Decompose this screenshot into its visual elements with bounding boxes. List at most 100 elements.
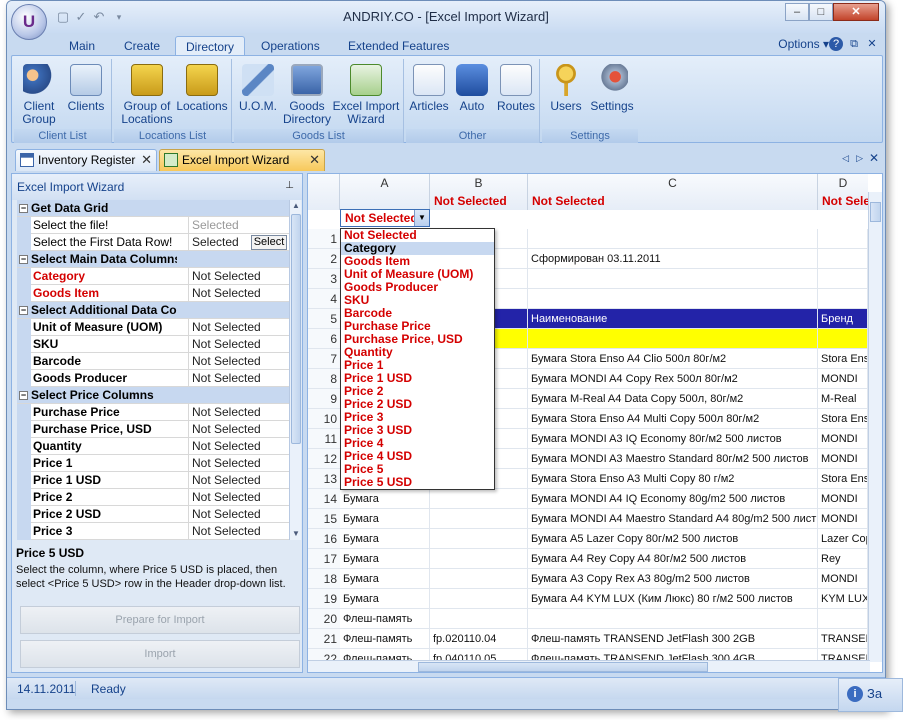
locations-button[interactable]: Locations	[174, 61, 230, 113]
tab-extended-features[interactable]: Extended Features	[348, 36, 449, 56]
property-row[interactable]: Select the First Data Row! Selected Select	[17, 234, 289, 251]
property-row[interactable]: Unit of Measure (UOM) Not Selected	[17, 319, 289, 336]
property-value[interactable]: Not Selected	[190, 353, 289, 370]
property-category[interactable]: − Select Price Columns	[17, 387, 289, 404]
grid-cell[interactable]	[528, 229, 818, 249]
grid-cell[interactable]: MONDI	[818, 509, 868, 529]
property-row[interactable]: Goods Item Not Selected	[17, 285, 289, 302]
scroll-thumb[interactable]	[291, 214, 301, 444]
property-row[interactable]: Barcode Not Selected	[17, 353, 289, 370]
settings-button[interactable]: Settings	[588, 61, 636, 113]
import-button[interactable]: Import	[20, 640, 300, 668]
tab-directory[interactable]: Directory	[175, 36, 246, 56]
property-value[interactable]: Not Selected	[190, 523, 289, 540]
grid-cell[interactable]	[430, 509, 528, 529]
maximize-button[interactable]: □	[809, 3, 833, 21]
property-row[interactable]: Price 2 Not Selected	[17, 489, 289, 506]
grid-cell[interactable]: Lazer Copy	[818, 529, 868, 549]
grid-cell[interactable]: MONDI	[818, 369, 868, 389]
close-button[interactable]: ✕	[833, 3, 879, 21]
help-icon[interactable]: ?	[829, 37, 843, 51]
auto-button[interactable]: Auto	[452, 61, 492, 113]
dropdown-option[interactable]: Price 5 USD	[341, 476, 494, 489]
articles-button[interactable]: Articles	[408, 61, 450, 113]
scroll-thumb[interactable]	[418, 662, 708, 672]
grid-cell[interactable]: Бумага	[340, 569, 430, 589]
dropdown-arrow-icon[interactable]: ▼	[414, 210, 429, 226]
grid-cell[interactable]: Бренд	[818, 309, 868, 329]
grid-cell[interactable]: MONDI	[818, 489, 868, 509]
prepare-for-import-button[interactable]: Prepare for Import	[20, 606, 300, 634]
property-row[interactable]: Price 1 Not Selected	[17, 455, 289, 472]
grid-cell[interactable]	[528, 289, 818, 309]
row-number[interactable]: 18	[308, 569, 340, 589]
row-number[interactable]: 4	[308, 289, 340, 309]
row-number[interactable]: 7	[308, 349, 340, 369]
grid-cell[interactable]: Флеш-память	[340, 609, 430, 629]
grid-cell[interactable]	[818, 289, 868, 309]
property-value[interactable]: Not Selected	[190, 455, 289, 472]
property-value[interactable]: Not Selected	[190, 370, 289, 387]
property-value[interactable]: Not Selected	[190, 404, 289, 421]
external-panel[interactable]: i За	[838, 678, 903, 712]
grid-cell[interactable]: Бумага	[340, 509, 430, 529]
scroll-right-icon[interactable]: ▷	[856, 153, 863, 164]
property-row[interactable]: Category Not Selected	[17, 268, 289, 285]
row-number[interactable]: 3	[308, 269, 340, 289]
grid-cell[interactable]: Бумага Stora Enso A4 Clio 500л 80г/м2	[528, 349, 818, 369]
restore-icon[interactable]: ⧉	[847, 37, 861, 51]
grid-cell[interactable]: Бумага	[340, 489, 430, 509]
group-of-locations-button[interactable]: Group of Locations	[116, 61, 178, 126]
row-number[interactable]: 11	[308, 429, 340, 449]
grid-cell[interactable]: KYM LUX	[818, 589, 868, 609]
grid-cell[interactable]	[528, 609, 818, 629]
grid-cell[interactable]	[430, 489, 528, 509]
grid-cell[interactable]	[528, 269, 818, 289]
app-logo[interactable]: U	[11, 4, 47, 40]
row-number[interactable]: 13	[308, 469, 340, 489]
users-button[interactable]: Users	[544, 61, 588, 113]
row-number[interactable]: 12	[308, 449, 340, 469]
grid-cell[interactable]: Stora Enso	[818, 469, 868, 489]
property-value[interactable]: Not Selected	[190, 472, 289, 489]
uom-button[interactable]: U.O.M.	[236, 61, 280, 113]
row-number[interactable]: 8	[308, 369, 340, 389]
grid-cell[interactable]: fp.020110.04	[430, 629, 528, 649]
grid-cell[interactable]: Бумага MONDI A3 IQ Economy 80г/м2 500 ли…	[528, 429, 818, 449]
scroll-thumb[interactable]	[870, 202, 881, 222]
property-row[interactable]: Purchase Price Not Selected	[17, 404, 289, 421]
routes-button[interactable]: Routes	[494, 61, 538, 113]
property-row[interactable]: Purchase Price, USD Not Selected	[17, 421, 289, 438]
grid-cell[interactable]	[818, 249, 868, 269]
grid-cell[interactable]	[430, 529, 528, 549]
tab-create[interactable]: Create	[124, 36, 160, 56]
property-row[interactable]: Select the file! Selected	[17, 217, 289, 234]
grid-cell[interactable]: Stora Enso	[818, 409, 868, 429]
row-number[interactable]: 1	[308, 229, 340, 249]
grid-cell[interactable]: Бумага A4 Rey Copy A4 80г/м2 500 листов	[528, 549, 818, 569]
column-d-header[interactable]: D Not Sele	[818, 174, 868, 210]
grid-cell[interactable]: Бумага A3 Copy Rex A3 80g/m2 500 листов	[528, 569, 818, 589]
grid-cell[interactable]: Бумага	[340, 529, 430, 549]
grid-cell[interactable]: Флеш-память	[340, 629, 430, 649]
column-selector[interactable]: Not Selected	[528, 192, 817, 210]
tab-inventory-register[interactable]: Inventory Register ✕	[15, 149, 157, 171]
grid-cell[interactable]: M-Real	[818, 389, 868, 409]
tab-excel-import-wizard[interactable]: Excel Import Wizard ✕	[159, 149, 325, 171]
grid-cell[interactable]: Бумага	[340, 549, 430, 569]
grid-horizontal-scrollbar[interactable]	[308, 660, 870, 672]
grid-cell[interactable]: MONDI	[818, 429, 868, 449]
pin-icon[interactable]: ⊥	[285, 180, 294, 191]
row-number[interactable]: 17	[308, 549, 340, 569]
grid-cell[interactable]: Бумага A4 KYM LUX (Ким Люкс) 80 г/м2 500…	[528, 589, 818, 609]
minimize-button[interactable]: –	[785, 3, 809, 21]
property-value[interactable]: Not Selected	[190, 268, 289, 285]
property-value[interactable]: Not Selected	[190, 506, 289, 523]
row-number[interactable]: 9	[308, 389, 340, 409]
property-row[interactable]: Goods Producer Not Selected	[17, 370, 289, 387]
property-value[interactable]: Not Selected	[190, 336, 289, 353]
grid-cell[interactable]	[430, 569, 528, 589]
property-row[interactable]: Quantity Not Selected	[17, 438, 289, 455]
grid-cell[interactable]: Бумага Stora Enso A4 Multi Copy 500л 80г…	[528, 409, 818, 429]
property-value[interactable]: Not Selected	[190, 421, 289, 438]
